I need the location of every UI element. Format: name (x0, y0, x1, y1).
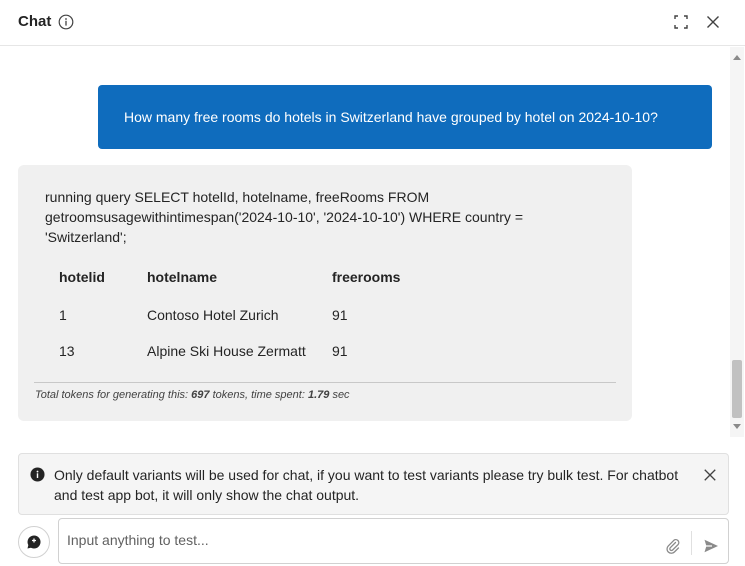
table-cell: 91 (332, 307, 348, 323)
chat-messages: How many free rooms do hotels in Switzer… (0, 47, 745, 437)
notice-text: Only default variants will be used for c… (54, 467, 679, 503)
user-message: How many free rooms do hotels in Switzer… (98, 85, 712, 149)
scrollbar-thumb[interactable] (732, 360, 742, 418)
scroll-down-icon[interactable] (733, 424, 741, 429)
chat-bot-avatar[interactable] (18, 526, 50, 558)
time-spent: 1.79 (307, 389, 330, 401)
scroll-up-icon[interactable] (733, 55, 741, 60)
chat-input[interactable] (67, 527, 647, 553)
bot-message: running query SELECT hotelId, hotelname,… (18, 165, 632, 421)
chat-header: Chat (0, 0, 745, 46)
query-text: running query SELECT hotelId, hotelname,… (45, 189, 523, 245)
chat-bubble-icon (27, 535, 41, 549)
table-cell: Alpine Ski House Zermatt (147, 343, 306, 359)
divider (34, 382, 616, 383)
table-cell: 1 (59, 307, 67, 323)
token-middle: tokens, time spent: (212, 389, 305, 401)
token-prefix: Total tokens for generating this: (35, 389, 189, 401)
result-table: hotelid hotelname freerooms 1 Contoso Ho… (46, 257, 439, 369)
table-cell: 91 (332, 343, 348, 359)
table-header-row: hotelid hotelname freerooms (46, 257, 439, 297)
info-notice: Only default variants will be used for c… (18, 453, 729, 515)
chat-title: Chat (18, 13, 52, 30)
time-unit: sec (332, 389, 350, 401)
table-cell: 13 (59, 343, 75, 359)
token-count: 697 (191, 389, 210, 401)
chat-scrollbar[interactable] (730, 47, 744, 437)
table-row: 13 Alpine Ski House Zermatt 91 (46, 333, 439, 369)
attach-icon[interactable] (665, 538, 681, 554)
close-icon[interactable] (705, 14, 721, 30)
send-icon[interactable] (703, 538, 719, 554)
dismiss-icon[interactable] (703, 468, 717, 482)
user-message-text: How many free rooms do hotels in Switzer… (124, 109, 658, 125)
table-cell: Contoso Hotel Zurich (147, 307, 279, 323)
expand-icon[interactable] (673, 14, 689, 30)
chat-input-box (58, 518, 729, 564)
column-header: freerooms (332, 269, 401, 285)
table-row: 1 Contoso Hotel Zurich 91 (46, 297, 439, 333)
column-header: hotelname (147, 269, 218, 285)
info-filled-icon (30, 467, 45, 482)
input-separator (691, 531, 692, 555)
column-header: hotelid (59, 269, 105, 285)
info-icon[interactable] (58, 14, 74, 30)
token-summary: Total tokens for generating this: 697 to… (35, 389, 350, 401)
